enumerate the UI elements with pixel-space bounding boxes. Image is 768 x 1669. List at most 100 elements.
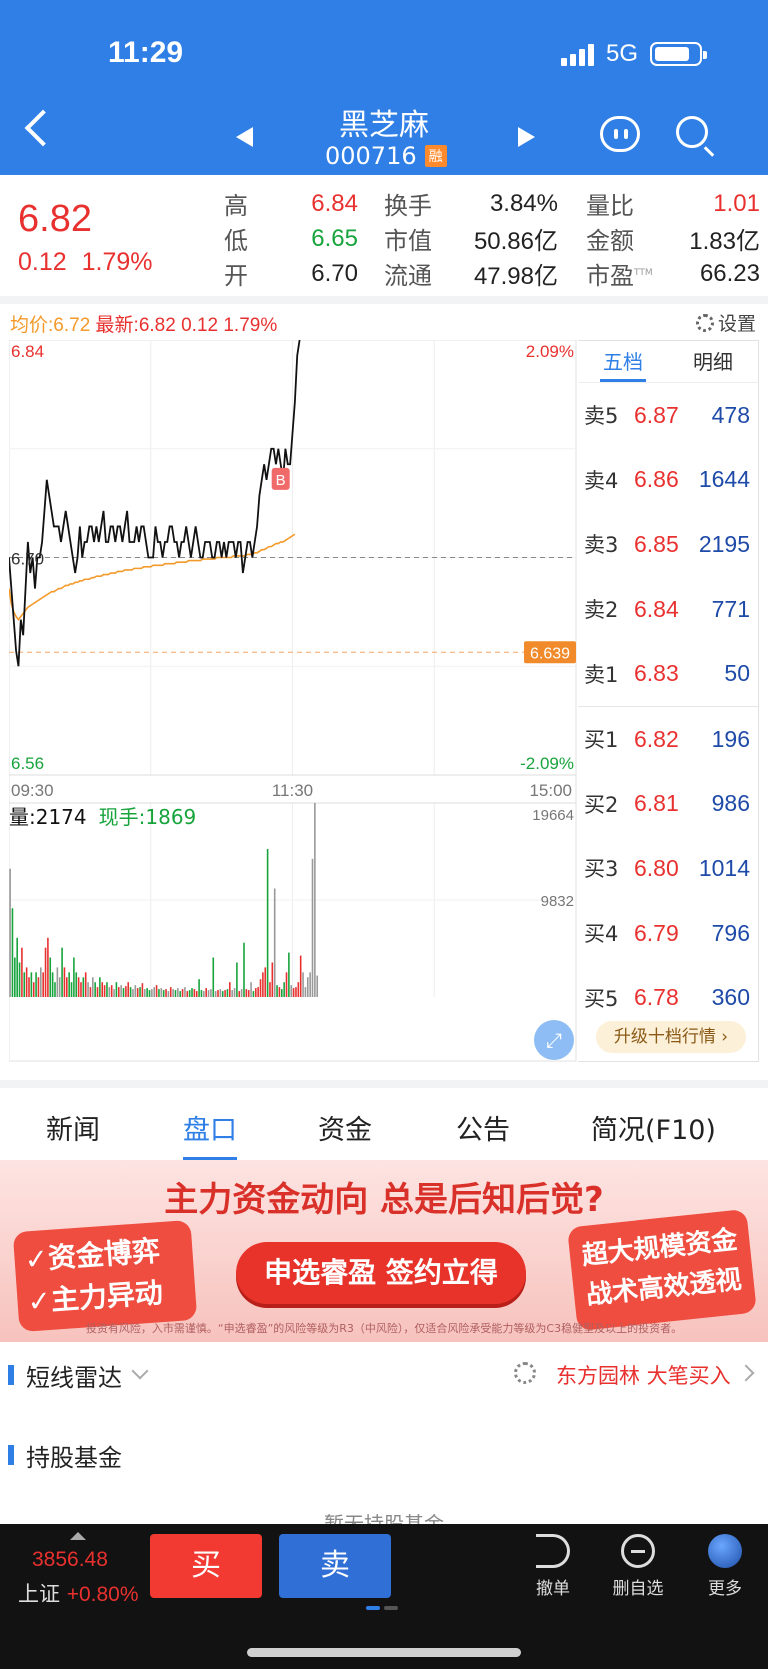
tab-handicap[interactable]: 盘口 (183, 1108, 237, 1161)
banner-cta-button[interactable]: 申选睿盈 签约立得 (236, 1242, 526, 1304)
stock-name: 黑芝麻 (339, 108, 429, 143)
section-marker (8, 1445, 14, 1465)
gear-icon[interactable] (514, 1362, 536, 1384)
level-price: 6.85 (634, 530, 679, 557)
volume-bar (295, 987, 297, 997)
tab-announcements[interactable]: 公告 (456, 1108, 510, 1147)
short-term-radar[interactable]: 短线雷达 东方园林 大笔买入 (0, 1352, 768, 1398)
volume-bar (299, 955, 302, 997)
index-line[interactable]: 上证 +0.80% (18, 1578, 139, 1608)
bid-level[interactable]: 买3 6.80 1014 (578, 836, 758, 901)
cancel-order-button[interactable]: 撤单 (518, 1534, 588, 1599)
volume-bar (21, 947, 23, 997)
section-divider (0, 296, 768, 304)
volume-bar (186, 991, 189, 997)
robot-icon[interactable] (600, 116, 640, 152)
volume-bar (290, 985, 293, 997)
quote-value: 47.98亿 (473, 263, 558, 290)
volume-bar (165, 989, 167, 997)
ask-level[interactable]: 卖1 6.83 50 (578, 641, 758, 706)
volume-bar (44, 947, 47, 997)
stock-code-row: 000716 融 (325, 142, 447, 170)
tab-detail[interactable]: 明细 (668, 341, 758, 382)
volume-bar (32, 982, 35, 997)
settings-label: 设置 (717, 313, 756, 335)
quote-value: 6.84 (311, 189, 358, 217)
volume-bar (37, 977, 40, 997)
remove-watchlist-button[interactable]: 删自选 (603, 1534, 673, 1599)
promo-banner[interactable]: 主力资金动向 总是后知后觉? ✓资金博弈 ✓主力异动 申选睿盈 签约立得 超大规… (0, 1160, 768, 1342)
chart-settings-button[interactable]: 设置 (695, 309, 756, 336)
remove-watchlist-label: 删自选 (612, 1579, 664, 1599)
tab-news[interactable]: 新闻 (46, 1108, 100, 1147)
tab-five-levels[interactable]: 五档 (578, 341, 668, 382)
volume-bar (66, 977, 68, 997)
volume-bar (226, 989, 229, 997)
hand-label: 现手:1869 (99, 805, 197, 829)
caret-up-icon[interactable] (70, 1532, 86, 1540)
home-indicator (247, 1648, 521, 1657)
chevron-down-icon[interactable] (131, 1362, 149, 1380)
volume-bar (99, 977, 101, 997)
volume-bar (278, 987, 281, 997)
stock-code: 000716 (325, 142, 417, 170)
ask-level[interactable]: 卖4 6.86 1644 (578, 448, 758, 513)
volume-bar (132, 989, 134, 997)
volume-bar (25, 967, 28, 997)
level-price: 6.87 (634, 401, 679, 428)
network-label: 5G (605, 40, 638, 67)
bid-level[interactable]: 买4 6.79 796 (578, 901, 758, 966)
volume-bar (16, 937, 18, 997)
index-pct: +0.80% (66, 1583, 139, 1606)
order-book: 五档 明细 卖5 6.87 478 卖4 6.86 1644 卖3 6.85 2195 卖2 6.8… (578, 340, 759, 1062)
section-marker (8, 1365, 14, 1385)
tab-funds[interactable]: 资金 (318, 1108, 372, 1147)
latest-pct: 1.79% (223, 315, 278, 336)
intraday-chart[interactable]: 6.639 B 6.84 2.09% 6.70 6.56 -2.09% 09:30 11:30… (9, 340, 577, 1062)
volume-bar (292, 988, 295, 997)
volume-bar (179, 991, 181, 997)
fund-title: 持股基金 (26, 1444, 122, 1472)
bid-level[interactable]: 买2 6.81 986 (578, 772, 758, 837)
radar-news[interactable]: 东方园林 大笔买入 (556, 1360, 731, 1390)
chevron-right-icon[interactable] (737, 1364, 755, 1382)
quote-value: 6.65 (311, 224, 358, 252)
volume-bar (9, 868, 11, 997)
search-icon[interactable] (676, 116, 708, 148)
sell-button[interactable]: 卖 (279, 1534, 391, 1598)
expand-icon[interactable]: ⤢ (534, 1020, 574, 1060)
volume-bar (236, 962, 238, 997)
level-price: 6.84 (634, 595, 679, 622)
volume-bar (125, 986, 127, 997)
level-volume: 196 (711, 725, 750, 752)
volume-bar (77, 977, 80, 997)
level-volume: 1644 (698, 466, 750, 493)
volume-bar (94, 982, 96, 997)
level-volume: 771 (711, 595, 750, 622)
more-button[interactable]: 更多 (690, 1534, 760, 1599)
ask-level[interactable]: 卖3 6.85 2195 (578, 512, 758, 577)
support-line-label: 6.639 (530, 645, 570, 662)
level-volume: 360 (711, 984, 750, 1011)
gear-icon (695, 313, 714, 332)
banner-title: 主力资金动向 总是后知后觉? (164, 1180, 604, 1220)
volume-bar (127, 982, 130, 997)
upgrade-level2-button[interactable]: 升级十档行情 › (596, 1021, 746, 1053)
quote-label: 量比 (586, 192, 634, 220)
quote-label: 高 (224, 192, 248, 220)
volume-bar (68, 972, 70, 997)
ask-level[interactable]: 卖5 6.87 478 (578, 383, 758, 448)
volume-bar (158, 989, 160, 997)
tab-f10[interactable]: 简况(F10) (591, 1108, 716, 1147)
bid-level[interactable]: 买1 6.82 196 (578, 707, 758, 772)
ask-level[interactable]: 卖2 6.84 771 (578, 577, 758, 642)
volume-bar (214, 991, 217, 997)
buy-button[interactable]: 买 (150, 1534, 262, 1598)
volume-bar (117, 987, 120, 997)
level-name: 买2 (584, 792, 619, 817)
volume-bar (155, 985, 158, 997)
level-volume: 796 (711, 919, 750, 946)
volume-bar (139, 987, 141, 997)
level-price: 6.80 (634, 854, 679, 881)
volume-bar (250, 982, 252, 997)
